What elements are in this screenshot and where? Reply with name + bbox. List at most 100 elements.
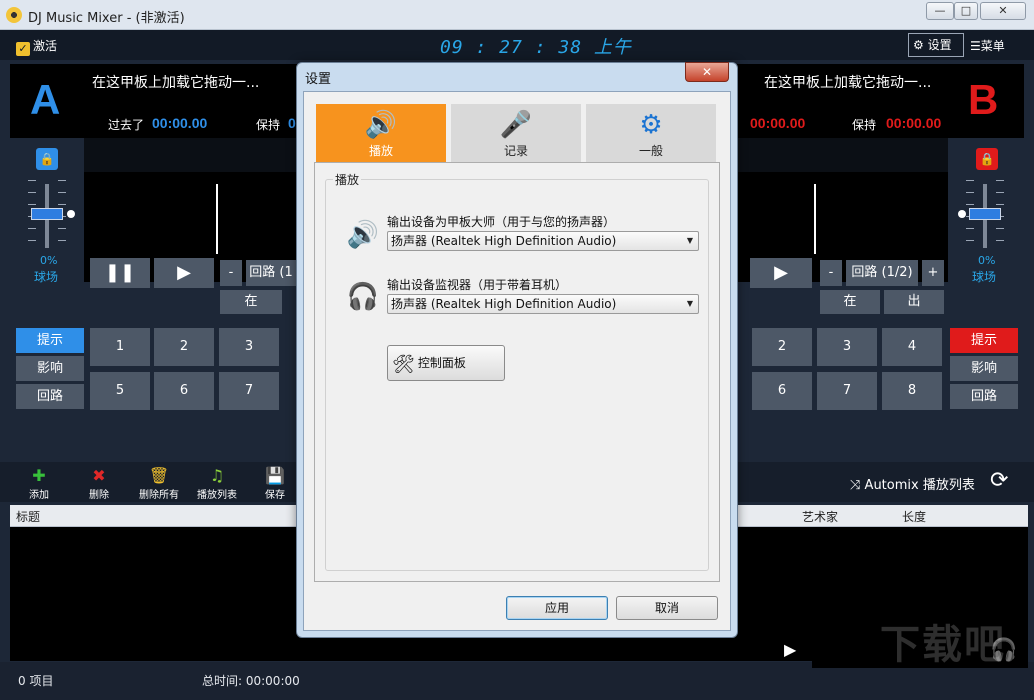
deck-b-pitch-percent: 0% [978,254,996,267]
menu-button[interactable]: ☰菜单 [970,37,1005,54]
window-title: DJ Music Mixer - (非激活) [28,11,185,26]
deck-a-loop-button[interactable]: 回路 (1 [246,260,296,286]
column-title[interactable]: 标题 [16,508,40,525]
deck-a-playhead [216,184,218,254]
tools-icon: 🛠 [392,354,415,375]
deck-b-loop-out-button[interactable]: 出 [884,290,944,314]
master-output-label: 输出设备为甲板大师（用于与您的扬声器） [387,215,616,229]
repeat-icon[interactable]: ⟳ [990,468,1008,493]
deck-a-hotcue-3[interactable]: 3 [219,328,279,366]
chevron-down-icon: ▼ [686,299,693,308]
deck-a-play-button[interactable]: ▶ [154,258,214,288]
music-note-icon: ♫ [209,466,225,485]
apply-button[interactable]: 应用 [506,596,608,620]
activate-button[interactable]: ✓ 激活 [16,37,57,56]
top-bar: ✓ 激活 09 : 27 : 38 上午 ⚙ 设置 ☰菜单 [0,30,1034,60]
column-length[interactable]: 长度 [902,508,926,525]
deck-a-hotcue-5[interactable]: 5 [90,372,150,410]
deck-b-loop-minus[interactable]: - [820,260,842,286]
deck-a-loop-in-button[interactable]: 在 [220,290,282,314]
deck-b-header: 在这甲板上加载它拖动一... 00:00.00 保持 00:00.00 B [736,64,1024,138]
deck-b-hotcue-6[interactable]: 6 [752,372,812,410]
gear-icon: ⚙ [913,38,924,52]
delete-all-button[interactable]: 🗑 删除所有 [132,466,186,501]
activate-label: 激活 [33,39,58,53]
deck-b-hotcue-3[interactable]: 3 [817,328,877,366]
deck-a-loop-side-button[interactable]: 回路 [16,384,84,409]
preview-play-icon[interactable]: ▶ [784,640,796,659]
settings-button[interactable]: ⚙ 设置 [908,33,964,57]
delete-icon: ✖ [92,466,106,485]
deck-a-cue-button[interactable]: 提示 [16,328,84,353]
plus-icon: ✚ [32,466,46,485]
control-panel-button[interactable]: 🛠 控制面板 [387,345,505,381]
deck-a-elapsed-label: 过去了 [108,118,145,132]
playback-group-label: 播放 [333,171,362,188]
maximize-button[interactable]: □ [954,2,978,20]
deck-b-loop-button[interactable]: 回路 (1/2) [846,260,918,286]
minimize-button[interactable]: — [926,2,954,20]
deck-a-loop-minus[interactable]: - [220,260,242,286]
delete-label: 删除 [89,490,109,501]
tab-general-label: 一般 [638,144,663,158]
tab-record[interactable]: 🎤 记录 [451,104,581,162]
add-button[interactable]: ✚ 添加 [14,466,64,501]
automix-button[interactable]: ⤨ Automix 播放列表 [850,474,975,493]
deck-a-letter: A [30,76,61,123]
deck-a-pause-button[interactable]: ❚❚ [90,258,150,288]
deck-a-pitch-knob[interactable] [31,208,63,220]
headphones-device-icon: 🎧 [346,282,380,312]
deck-b-hotcue-8[interactable]: 8 [882,372,942,410]
deck-a-lock-icon[interactable]: 🔒 [36,148,58,170]
deck-b-bpm-label: 球场 [972,270,997,284]
column-artist[interactable]: 艺术家 [802,508,838,525]
dialog-close-button[interactable]: ✕ [685,62,729,82]
deck-b-loop-plus[interactable]: + [922,260,944,286]
deck-a-track: 在这甲板上加载它拖动一... [92,75,260,91]
save-label: 保存 [265,490,285,501]
monitor-output-select[interactable]: 扬声器 (Realtek High Definition Audio) ▼ [387,294,699,314]
chevron-down-icon: ▼ [686,236,693,245]
tab-playback[interactable]: 🔊 播放 [316,104,446,162]
deck-b-hotcue-7[interactable]: 7 [817,372,877,410]
deck-a-hotcue-7[interactable]: 7 [219,372,279,410]
pause-icon: ❚❚ [104,262,136,283]
deck-b-hotcue-4[interactable]: 4 [882,328,942,366]
tab-record-label: 记录 [503,144,528,158]
close-window-button[interactable]: ✕ [980,2,1026,20]
playlist-label: 播放列表 [197,490,237,501]
deck-b-play-button[interactable]: ▶ [750,258,812,288]
deck-a-hotcue-1[interactable]: 1 [90,328,150,366]
deck-a-effect-button[interactable]: 影响 [16,356,84,381]
deck-b-remain: 00:00.00 [886,115,942,131]
tab-general[interactable]: ⚙ 一般 [586,104,716,162]
shuffle-icon: ⤨ [850,478,861,493]
check-icon: ✓ [16,42,30,56]
add-label: 添加 [29,490,49,501]
playback-panel: 播放 🔊 输出设备为甲板大师（用于与您的扬声器） 扬声器 (Realtek Hi… [314,162,720,582]
deck-b-cue-button[interactable]: 提示 [950,328,1018,353]
deck-a-hotcue-6[interactable]: 6 [154,372,214,410]
deck-a-hotcue-2[interactable]: 2 [154,328,214,366]
cancel-button[interactable]: 取消 [616,596,718,620]
master-output-select[interactable]: 扬声器 (Realtek High Definition Audio) ▼ [387,231,699,251]
automix-label: Automix 播放列表 [864,478,975,493]
deck-a-elapsed: 00:00.00 [152,115,208,131]
deck-a-remain: 0 [288,115,296,131]
dialog-title: 设置 [305,72,332,87]
deck-b-loop-side-button[interactable]: 回路 [950,384,1018,409]
deck-a-remain-label: 保持 [256,118,281,132]
delete-button[interactable]: ✖ 删除 [74,466,124,501]
deck-b-hotcue-2[interactable]: 2 [752,328,812,366]
deck-b-loop-in-button[interactable]: 在 [820,290,880,314]
trash-icon: 🗑 [148,466,170,485]
control-panel-label: 控制面板 [417,356,466,370]
playlist-button[interactable]: ♫ 播放列表 [192,466,242,501]
deck-b-pitch-knob[interactable] [969,208,1001,220]
microphone-icon: 🎤 [499,110,533,140]
deck-b-lock-icon[interactable]: 🔒 [976,148,998,170]
deck-b-effect-button[interactable]: 影响 [950,356,1018,381]
save-button[interactable]: 💾 保存 [250,466,300,501]
clock-display: 09 : 27 : 38 上午 [440,37,632,58]
window-titlebar: DJ Music Mixer - (非激活) — □ ✕ [0,0,1034,30]
